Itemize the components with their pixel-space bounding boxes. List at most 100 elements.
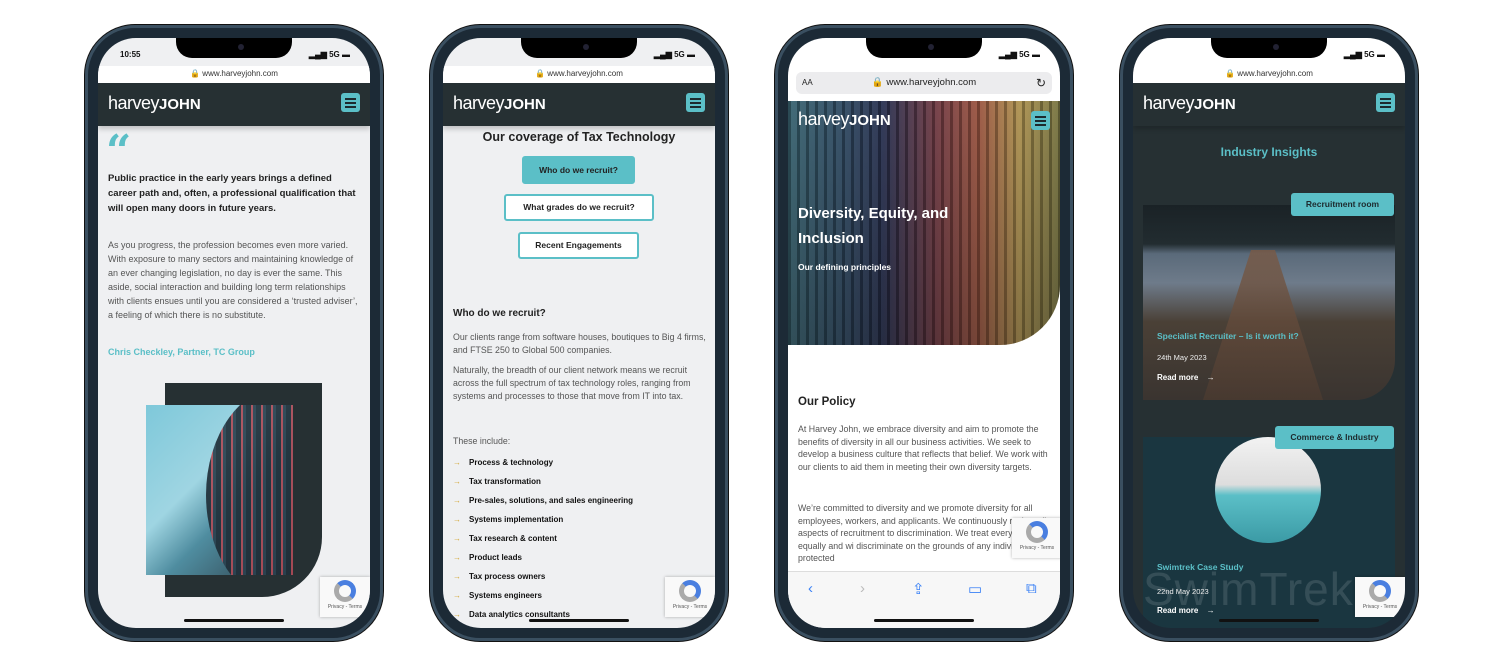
swimmer-logo (1215, 437, 1321, 543)
bookmarks-icon[interactable]: ▭ (968, 580, 982, 598)
address-bar[interactable]: 🔒 www.harveyjohn.com (1133, 66, 1405, 83)
notch (866, 38, 982, 58)
card-date: 22nd May 2023 (1157, 587, 1209, 596)
recaptcha-badge[interactable]: Privacy - Terms (665, 577, 715, 617)
category-tag[interactable]: Commerce & Industry (1275, 426, 1394, 449)
pier-image (1203, 250, 1323, 400)
section-title: Who do we recruit? (453, 308, 546, 319)
hero-subtitle: Our defining principles (798, 262, 892, 272)
page-title: Our coverage of Tax Technology (482, 130, 676, 144)
arrow-right-icon: → (453, 572, 461, 581)
arrow-right-icon: → (453, 458, 461, 467)
paragraph: At Harvey John, we embrace diversity and… (798, 424, 1048, 472)
logo[interactable]: harveyJOHN (1143, 93, 1236, 114)
site-header: harveyJOHN (98, 83, 370, 126)
card-title[interactable]: Specialist Recruiter – Is it worth it? (1157, 331, 1299, 341)
read-more-link[interactable]: Read more → (1157, 606, 1215, 615)
arrow-right-icon: → (453, 610, 461, 619)
arrow-right-icon: → (453, 591, 461, 600)
lock-icon: 🔒 (535, 69, 546, 78)
network-label: 5G (329, 50, 340, 59)
roles-list: → Process & technology → Tax transformatio… (453, 458, 633, 628)
notch (1211, 38, 1327, 58)
recaptcha-icon (334, 580, 356, 602)
reload-icon[interactable]: ↻ (1036, 72, 1046, 94)
screen: 10:55 ▂▄▆ 5G ▬ 🔒 www.harveyjohn.com harve… (98, 38, 370, 628)
back-icon[interactable]: ‹ (808, 580, 813, 597)
address-bar[interactable]: 🔒 www.harveyjohn.com (443, 66, 715, 83)
arrow-right-icon: → (453, 534, 461, 543)
signal-indicator: ▂▄▆ 5G ▬ (308, 50, 350, 59)
section-title: Our Policy (798, 396, 856, 408)
list-item: → Systems implementation (453, 515, 564, 524)
recaptcha-badge[interactable]: Privacy - Terms (1012, 518, 1060, 558)
url-text: www.harveyjohn.com (202, 69, 278, 78)
lock-icon: 🔒 (190, 69, 201, 78)
list-item: → Pre-sales, solutions, and sales enginee… (453, 496, 634, 505)
body-text: As you progress, the profession becomes … (108, 240, 358, 320)
signal-indicator: ▂▄▆ 5G ▬ (1343, 50, 1385, 59)
list-item: → Tax process owners (453, 572, 546, 581)
arrow-right-icon: → (1206, 606, 1215, 615)
section-title: Industry Insights (1220, 145, 1318, 159)
notch (521, 38, 637, 58)
phone-mockup-4: ▂▄▆ 5G ▬ 🔒 www.harveyjohn.com harveyJOHN… (1120, 25, 1418, 641)
paragraph: Naturally, the breadth of our client net… (453, 365, 691, 401)
hamburger-icon[interactable] (1376, 93, 1395, 112)
recaptcha-badge[interactable]: Privacy - Terms (320, 577, 370, 617)
address-bar[interactable]: 🔒 www.harveyjohn.com (98, 66, 370, 83)
signal-indicator: ▂▄▆ 5G ▬ (998, 50, 1040, 59)
hamburger-icon[interactable] (686, 93, 705, 112)
tabs-icon[interactable]: ⧉ (1026, 580, 1037, 597)
card-title[interactable]: Swimtrek Case Study (1157, 562, 1243, 572)
home-indicator (874, 619, 974, 622)
forward-icon[interactable]: › (860, 580, 865, 597)
share-icon[interactable]: ⇪ (912, 580, 925, 598)
recaptcha-icon (679, 580, 701, 602)
article-card[interactable]: Specialist Recruiter – Is it worth it? 2… (1143, 205, 1395, 400)
recaptcha-icon (1026, 521, 1048, 543)
site-header: harveyJOHN (1133, 83, 1405, 126)
screen: ▂▄▆ 5G ▬ AA 🔒 www.harveyjohn.com ↻ harve… (788, 38, 1060, 628)
card-date: 24th May 2023 (1157, 353, 1207, 362)
screen: ▂▄▆ 5G ▬ 🔒 www.harveyjohn.com harveyJOHN… (443, 38, 715, 628)
home-indicator (184, 619, 284, 622)
notch (176, 38, 292, 58)
arrow-right-icon: → (453, 553, 461, 562)
quote-author[interactable]: Chris Checkley, Partner, TC Group (108, 347, 255, 357)
recaptcha-icon (1369, 580, 1391, 602)
paragraph: These include: (453, 436, 511, 446)
logo[interactable]: harveyJOHN (798, 109, 891, 130)
quote-text: Public practice in the early years bring… (108, 173, 356, 214)
tab-who-do-we-recruit[interactable]: Who do we recruit? (522, 156, 635, 184)
list-item: → Process & technology (453, 458, 554, 467)
list-item: → Systems engineers (453, 591, 542, 600)
home-indicator (529, 619, 629, 622)
hero-title: Diversity, Equity, and Inclusion (798, 205, 949, 247)
home-indicator (1219, 619, 1319, 622)
phone-mockup-3: ▂▄▆ 5G ▬ AA 🔒 www.harveyjohn.com ↻ harve… (775, 25, 1073, 641)
recaptcha-badge[interactable]: Privacy - Terms (1355, 577, 1405, 617)
tab-what-grades[interactable]: What grades do we recruit? (504, 194, 654, 221)
arrow-right-icon: → (453, 515, 461, 524)
logo[interactable]: harveyJOHN (453, 93, 546, 114)
signal-indicator: ▂▄▆ 5G ▬ (653, 50, 695, 59)
hamburger-icon[interactable] (341, 93, 360, 112)
arrow-right-icon: → (1206, 373, 1215, 382)
list-item: → Tax transformation (453, 477, 541, 486)
phone-mockup-1: 10:55 ▂▄▆ 5G ▬ 🔒 www.harveyjohn.com harve… (85, 25, 383, 641)
category-tag[interactable]: Recruitment room (1291, 193, 1394, 216)
site-header: harveyJOHN (443, 83, 715, 126)
phone-mockup-2: ▂▄▆ 5G ▬ 🔒 www.harveyjohn.com harveyJOHN… (430, 25, 728, 641)
lock-icon: 🔒 (1225, 69, 1236, 78)
clock: 10:55 (120, 50, 141, 59)
tab-recent-engagements[interactable]: Recent Engagements (518, 232, 639, 259)
read-more-link[interactable]: Read more → (1157, 373, 1215, 382)
hamburger-icon[interactable] (1031, 111, 1050, 130)
quote-icon: “ (106, 126, 132, 177)
list-item: → Product leads (453, 553, 522, 562)
screen: ▂▄▆ 5G ▬ 🔒 www.harveyjohn.com harveyJOHN… (1133, 38, 1405, 628)
safari-address-bar[interactable]: AA 🔒 www.harveyjohn.com ↻ (796, 72, 1052, 94)
logo[interactable]: harveyJOHN (108, 93, 201, 114)
paragraph: Our clients range from software houses, … (453, 332, 706, 355)
